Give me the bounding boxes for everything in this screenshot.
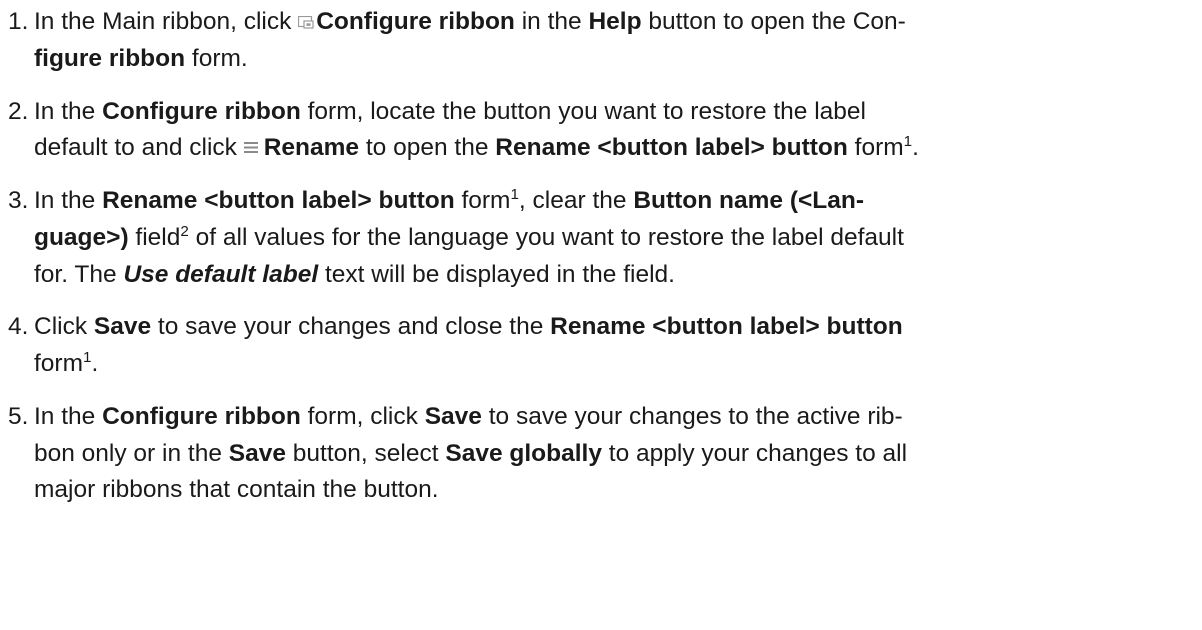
- step-text: In the Configure ribbon form, click Save…: [34, 399, 1202, 509]
- ui-term: guage>): [34, 223, 129, 251]
- step-number: 1.: [8, 8, 29, 35]
- ui-term: Configure ribbon: [316, 8, 515, 35]
- step-number: 4.: [8, 313, 29, 341]
- list-item: 3. In the Rename <button label> button fo…: [0, 183, 1202, 293]
- step-text-run: form: [847, 134, 904, 162]
- step-text-run: In the Main ribbon, click: [34, 8, 299, 35]
- step-text: In the Rename <button label> button form…: [34, 183, 1202, 293]
- step-text-run: field: [128, 223, 181, 251]
- step-text-run: of all values for the language you want …: [188, 223, 904, 251]
- step-number: 3.: [8, 187, 29, 214]
- step-text-run: form: [454, 187, 511, 214]
- ui-term: Save: [93, 313, 152, 341]
- ui-term: Rename <button label> button: [495, 134, 848, 162]
- step-text: Click Save to save your changes and clos…: [34, 309, 1202, 383]
- ui-term: Save: [228, 439, 286, 467]
- rename-icon: [243, 128, 258, 154]
- ui-term: Rename <button label> button: [102, 187, 455, 214]
- step-text-run: default to and click: [34, 134, 244, 162]
- step-text: In the Configure ribbon form, locate the…: [34, 94, 1202, 168]
- ui-term: Button name (<Lan-: [633, 187, 865, 214]
- step-text-run: text will be displayed in the field.: [318, 260, 675, 288]
- list-item: 5. In the Configure ribbon form, click Sa…: [0, 399, 1202, 509]
- ui-term: Rename: [263, 134, 360, 162]
- ui-term: Configure ribbon: [102, 97, 301, 125]
- step-text-run: to save your changes and close the: [151, 313, 551, 341]
- list-item: 1. In the Main ribbon, click Configure ri…: [0, 4, 1202, 78]
- step-text-run: form: [34, 350, 83, 377]
- step-text-run: major ribbons that contain the button.: [34, 476, 439, 504]
- step-text-run: Con-: [852, 8, 906, 35]
- step-text-run: In the: [34, 402, 103, 430]
- step-number: 5.: [8, 402, 29, 430]
- step-text-run: button to open the: [641, 8, 853, 35]
- step-text-run: to save your changes to the active rib-: [481, 402, 903, 430]
- ui-term: Help: [588, 8, 642, 35]
- step-text-run: form, locate the button you want to rest…: [300, 97, 866, 125]
- step-text-run: form, click: [300, 402, 425, 430]
- ui-term: Configure ribbon: [102, 402, 301, 430]
- step-text-run: button, select: [286, 439, 446, 467]
- step-text-run: In the: [34, 97, 103, 125]
- footnote-ref: 1: [510, 185, 519, 203]
- step-text-run: , clear the: [518, 187, 634, 214]
- footnote-ref: 2: [180, 222, 189, 240]
- step-text-run: to apply your changes to all: [601, 439, 908, 467]
- step-text-run: .: [91, 350, 99, 377]
- step-text-run: form.: [185, 44, 248, 72]
- ui-term: figure ribbon: [34, 44, 186, 72]
- step-text-run: Click: [34, 313, 94, 341]
- list-item: 4. Click Save to save your changes and cl…: [0, 309, 1202, 383]
- procedure-steps: 1. In the Main ribbon, click Configure ri…: [0, 0, 1202, 509]
- ui-term: Use default label: [123, 260, 319, 288]
- ui-term: Save globally: [445, 439, 602, 467]
- step-text: In the Main ribbon, click Configure ribb…: [34, 4, 1202, 78]
- step-text-run: In the: [34, 187, 103, 214]
- configure-ribbon-icon: [298, 4, 314, 29]
- ui-term: Save: [424, 402, 482, 430]
- step-text-run: bon only or in the: [34, 439, 229, 467]
- list-item: 2. In the Configure ribbon form, locate t…: [0, 94, 1202, 168]
- footnote-ref: 1: [903, 133, 913, 151]
- step-text-run: for. The: [34, 260, 124, 288]
- step-number: 2.: [8, 97, 29, 125]
- step-text-run: to open the: [359, 134, 496, 162]
- step-text-run: .: [912, 134, 919, 162]
- ui-term: Rename <button label> button: [550, 313, 903, 341]
- step-text-run: in the: [514, 8, 589, 35]
